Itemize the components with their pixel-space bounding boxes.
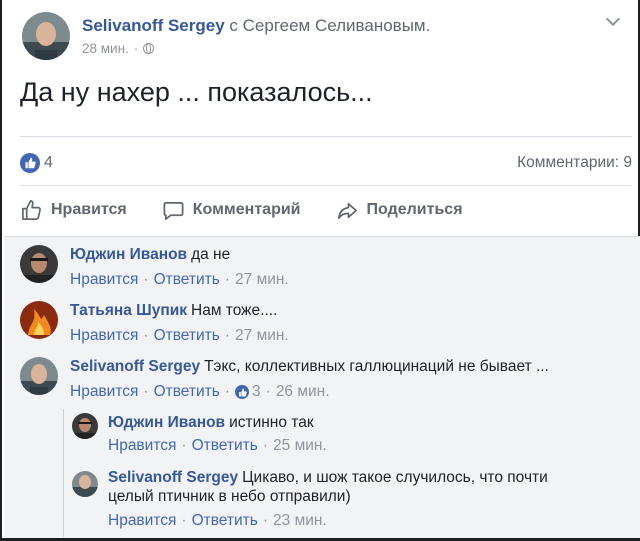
- reply-text: Цикаво, и шож такое случилось, что почти: [242, 469, 548, 486]
- share-button[interactable]: Поделиться: [336, 199, 463, 222]
- comment-reply-link[interactable]: Ответить: [154, 271, 220, 289]
- commenter-avatar[interactable]: [72, 471, 98, 497]
- comment-icon: [163, 201, 184, 220]
- comment-author[interactable]: Юджин Иванов: [70, 246, 187, 263]
- comments-section: Юджин Иванов да не Нравится · Ответить · 27…: [4, 236, 640, 538]
- comments-count[interactable]: Комментарии: 9: [517, 154, 632, 172]
- globe-icon[interactable]: [143, 43, 155, 54]
- comment-reply-link[interactable]: Ответить: [154, 383, 220, 401]
- comment-reply-link[interactable]: Ответить: [154, 327, 220, 345]
- commenter-avatar[interactable]: [20, 357, 58, 395]
- facebook-post: Selivanoff Sergey с Сергеем Селивановым.…: [0, 0, 640, 541]
- reply-thread-line: [63, 409, 64, 537]
- like-button[interactable]: Нравится: [20, 199, 127, 222]
- reply-text: истинно так: [229, 414, 314, 431]
- like-reaction-icon[interactable]: [235, 385, 250, 399]
- reply-text-continued: целый птичник в небо отправили): [108, 488, 351, 505]
- comment: Татьяна Шупик Нам тоже.... Нравится · Отве…: [20, 301, 289, 345]
- reply-reply-link[interactable]: Ответить: [192, 437, 258, 455]
- comment-like-link[interactable]: Нравится: [70, 383, 138, 401]
- post-actions: Нравится Комментарий Поделиться: [20, 196, 620, 224]
- comment-button-label: Комментарий: [192, 201, 301, 218]
- like-count[interactable]: 4: [44, 154, 53, 172]
- comment-reaction-count[interactable]: 3: [252, 383, 261, 401]
- post-with-text[interactable]: с Сергеем Селивановым.: [229, 16, 430, 35]
- share-button-label: Поделиться: [366, 201, 463, 218]
- chevron-down-icon[interactable]: [605, 11, 621, 27]
- divider: [20, 136, 632, 137]
- like-button-label: Нравится: [51, 201, 127, 218]
- commenter-avatar[interactable]: [20, 301, 58, 339]
- comment-text: да не: [191, 246, 231, 263]
- reply-time[interactable]: 23 мин.: [273, 512, 327, 530]
- post-author[interactable]: Selivanoff Sergey: [82, 16, 225, 35]
- comment-author[interactable]: Татьяна Шупик: [70, 302, 187, 319]
- comment-like-link[interactable]: Нравится: [70, 327, 138, 345]
- comment: Юджин Иванов да не Нравится · Ответить · 27…: [20, 245, 289, 289]
- commenter-avatar[interactable]: [20, 245, 58, 283]
- post-stats: 4 Комментарии: 9: [20, 152, 632, 174]
- comment-time[interactable]: 27 мин.: [235, 271, 289, 289]
- divider: [20, 185, 632, 186]
- thumbs-up-icon: [22, 199, 41, 220]
- reply: Selivanoff Sergey Цикаво, и шож такое слу…: [72, 468, 548, 530]
- like-reaction-icon[interactable]: [20, 153, 40, 173]
- author-avatar[interactable]: [22, 12, 70, 60]
- reply-author[interactable]: Selivanoff Sergey: [108, 469, 238, 486]
- reply-reply-link[interactable]: Ответить: [192, 512, 258, 530]
- comment-time[interactable]: 27 мин.: [235, 327, 289, 345]
- post-text: Да ну нахер ... показалось...: [20, 77, 373, 107]
- post-time[interactable]: 28 мин.: [82, 41, 129, 56]
- comment-text: Нам тоже....: [191, 302, 278, 319]
- commenter-avatar[interactable]: [72, 413, 98, 439]
- comment-like-link[interactable]: Нравится: [70, 271, 138, 289]
- post-header: Selivanoff Sergey с Сергеем Селивановым.…: [22, 12, 430, 64]
- comment: Selivanoff Sergey Тэкс, коллективных галл…: [20, 357, 549, 401]
- reply-like-link[interactable]: Нравится: [108, 437, 176, 455]
- comment-author[interactable]: Selivanoff Sergey: [70, 358, 200, 375]
- reply-author[interactable]: Юджин Иванов: [108, 414, 225, 431]
- comment-button[interactable]: Комментарий: [162, 199, 301, 222]
- comment-text: Тэкс, коллективных галлюцинаций не бывае…: [204, 358, 549, 375]
- reply-like-link[interactable]: Нравится: [108, 512, 176, 530]
- reply: Юджин Иванов истинно так Нравится · Ответи…: [72, 413, 327, 455]
- comment-time[interactable]: 26 мин.: [276, 383, 330, 401]
- reply-time[interactable]: 25 мин.: [273, 437, 327, 455]
- share-icon: [337, 202, 357, 219]
